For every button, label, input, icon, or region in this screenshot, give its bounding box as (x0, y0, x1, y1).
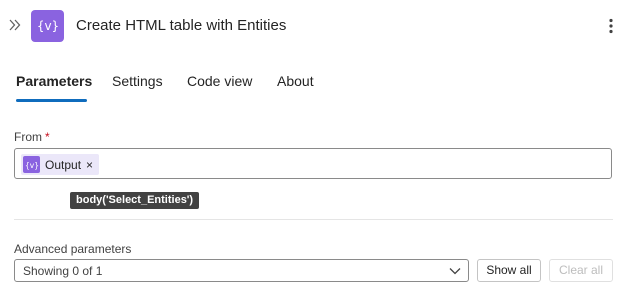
tab-settings[interactable]: Settings (112, 72, 163, 90)
advanced-parameters-dropdown[interactable]: Showing 0 of 1 (14, 259, 469, 282)
more-vertical-icon (609, 18, 613, 34)
tab-code-view[interactable]: Code view (187, 72, 252, 90)
from-input[interactable]: {v} Output × (14, 148, 612, 179)
section-divider (14, 219, 613, 220)
svg-text:{v}: {v} (25, 161, 39, 170)
from-field-label: From * (14, 129, 50, 145)
variable-braces-icon: {v} (23, 156, 40, 173)
tab-about[interactable]: About (277, 72, 314, 90)
token-label: Output (45, 157, 82, 172)
variable-braces-icon: {v} (31, 10, 64, 42)
svg-text:{v}: {v} (37, 19, 59, 33)
double-chevron-right-icon (9, 19, 21, 31)
dropdown-value: Showing 0 of 1 (23, 264, 103, 278)
clear-all-button[interactable]: Clear all (549, 259, 613, 282)
active-tab-indicator (16, 99, 87, 102)
tab-parameters[interactable]: Parameters (16, 72, 92, 90)
advanced-parameters-label: Advanced parameters (14, 242, 132, 256)
required-marker: * (45, 130, 50, 144)
more-options-button[interactable] (601, 15, 621, 37)
from-label-text: From (14, 130, 42, 144)
output-token[interactable]: {v} Output × (21, 154, 100, 175)
action-header: {v} Create HTML table with Entities (0, 0, 627, 52)
show-all-button[interactable]: Show all (477, 259, 541, 282)
collapse-panel-button[interactable] (6, 14, 24, 36)
token-tooltip: body('Select_Entities') (70, 192, 200, 209)
token-remove-button[interactable]: × (86, 157, 93, 173)
chevron-down-icon (449, 265, 461, 277)
action-title[interactable]: Create HTML table with Entities (76, 16, 286, 36)
